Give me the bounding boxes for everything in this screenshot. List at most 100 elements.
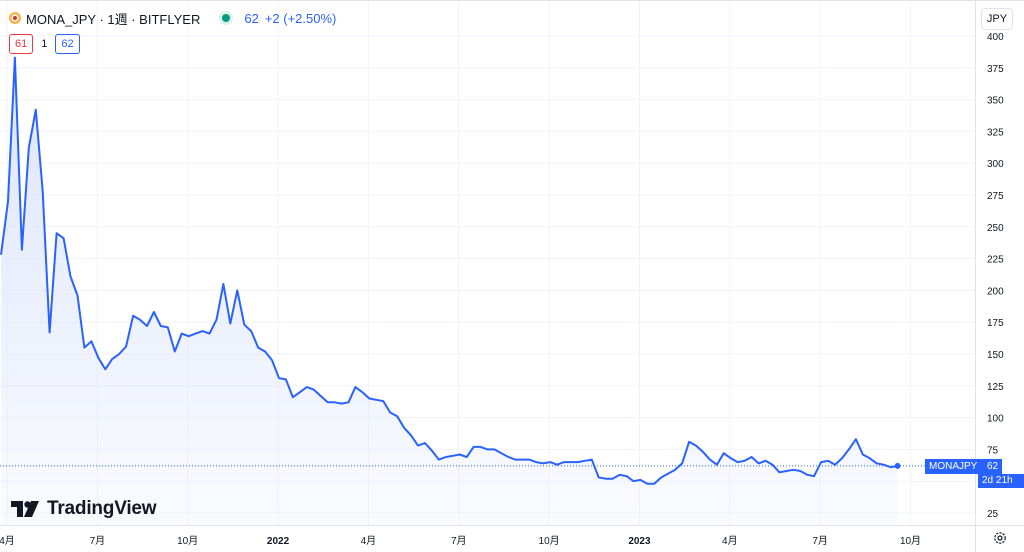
low-value-box: 61 [9, 34, 34, 54]
data-point [438, 459, 440, 461]
data-point [556, 464, 558, 466]
data-point [459, 454, 461, 456]
y-tick-label: 175 [987, 318, 1004, 329]
data-point [827, 460, 829, 462]
data-point [56, 232, 58, 234]
data-point [209, 333, 211, 335]
tradingview-watermark[interactable]: TradingView [11, 498, 157, 520]
last-price-value: 62 [244, 10, 259, 26]
data-point [153, 311, 155, 313]
data-point [806, 474, 808, 476]
settings-gear-icon[interactable] [993, 531, 1007, 545]
y-tick-label: 75 [987, 445, 999, 456]
data-point [452, 455, 454, 457]
ohlc-row: 61 1 62 [9, 34, 80, 54]
data-point [160, 325, 162, 327]
data-point [507, 456, 509, 458]
data-point [688, 441, 690, 443]
data-point [584, 460, 586, 462]
data-point [612, 478, 614, 480]
live-dot-icon [222, 14, 231, 22]
y-tick-label: 225 [987, 255, 1004, 266]
data-point [528, 459, 530, 461]
x-tick-label: 10月 [539, 535, 560, 547]
coin-icon [9, 12, 21, 24]
last-price-label: MONAJPY 62 2d 21h [925, 459, 1024, 488]
data-point [396, 415, 398, 417]
data-point [695, 445, 697, 447]
data-point [167, 326, 169, 328]
data-point [125, 345, 127, 347]
data-point [389, 412, 391, 414]
data-point [890, 466, 892, 468]
x-tick-label: 10月 [900, 535, 921, 547]
y-tick-label: 375 [987, 64, 1004, 75]
data-point [361, 391, 363, 393]
data-point [549, 461, 551, 463]
data-point [487, 448, 489, 450]
data-point [7, 200, 9, 202]
data-point [424, 442, 426, 444]
data-point [792, 469, 794, 471]
data-point [591, 459, 593, 461]
data-point [146, 325, 148, 327]
last-price-symbol: MONAJPY [929, 461, 978, 472]
data-point [709, 459, 711, 461]
data-point [473, 446, 475, 448]
data-point [751, 456, 753, 458]
data-point [778, 471, 780, 473]
currency-button[interactable]: JPY [981, 8, 1013, 30]
data-point [174, 351, 176, 353]
data-point [236, 289, 238, 291]
data-point [869, 457, 871, 459]
data-point [285, 378, 287, 380]
data-point [841, 457, 843, 459]
x-tick-label: 2022 [267, 536, 290, 547]
last-price-tag-value: 62 [987, 461, 999, 472]
data-point [744, 460, 746, 462]
data-point [202, 330, 204, 332]
data-point [292, 396, 294, 398]
data-point [674, 469, 676, 471]
data-point [466, 456, 468, 458]
data-point [633, 480, 635, 482]
data-point [876, 462, 878, 464]
data-point [299, 391, 301, 393]
data-point [327, 401, 329, 403]
y-tick-label: 100 [987, 414, 1004, 425]
data-point [188, 335, 190, 337]
data-point [883, 464, 885, 466]
data-point [77, 295, 79, 297]
data-point [716, 464, 718, 466]
data-point [417, 445, 419, 447]
data-point [49, 331, 51, 333]
data-point [35, 109, 37, 111]
data-point [0, 254, 2, 256]
data-point [862, 454, 864, 456]
high-value-box: 62 [55, 34, 80, 54]
data-point [626, 475, 628, 477]
symbol-title[interactable]: MONA_JPY · 1週 · BITFLYER [26, 9, 200, 28]
y-tick-label: 275 [987, 191, 1004, 202]
data-point [848, 448, 850, 450]
price-chart[interactable]: 2550751001251501752002252502753003253503… [0, 0, 1024, 552]
data-point [83, 347, 85, 349]
data-point [28, 147, 30, 149]
data-point [605, 478, 607, 480]
data-point [563, 461, 565, 463]
data-point [493, 448, 495, 450]
data-point [535, 461, 537, 463]
data-point [306, 386, 308, 388]
y-tick-label: 350 [987, 96, 1004, 107]
data-point [90, 340, 92, 342]
y-tick-label: 400 [987, 32, 1004, 43]
data-point [758, 462, 760, 464]
data-point [139, 319, 141, 321]
data-point [320, 395, 322, 397]
data-point [250, 330, 252, 332]
data-point [195, 333, 197, 335]
data-point [403, 427, 405, 429]
x-tick-label: 7月 [451, 535, 467, 547]
data-point [257, 347, 259, 349]
data-point [660, 476, 662, 478]
